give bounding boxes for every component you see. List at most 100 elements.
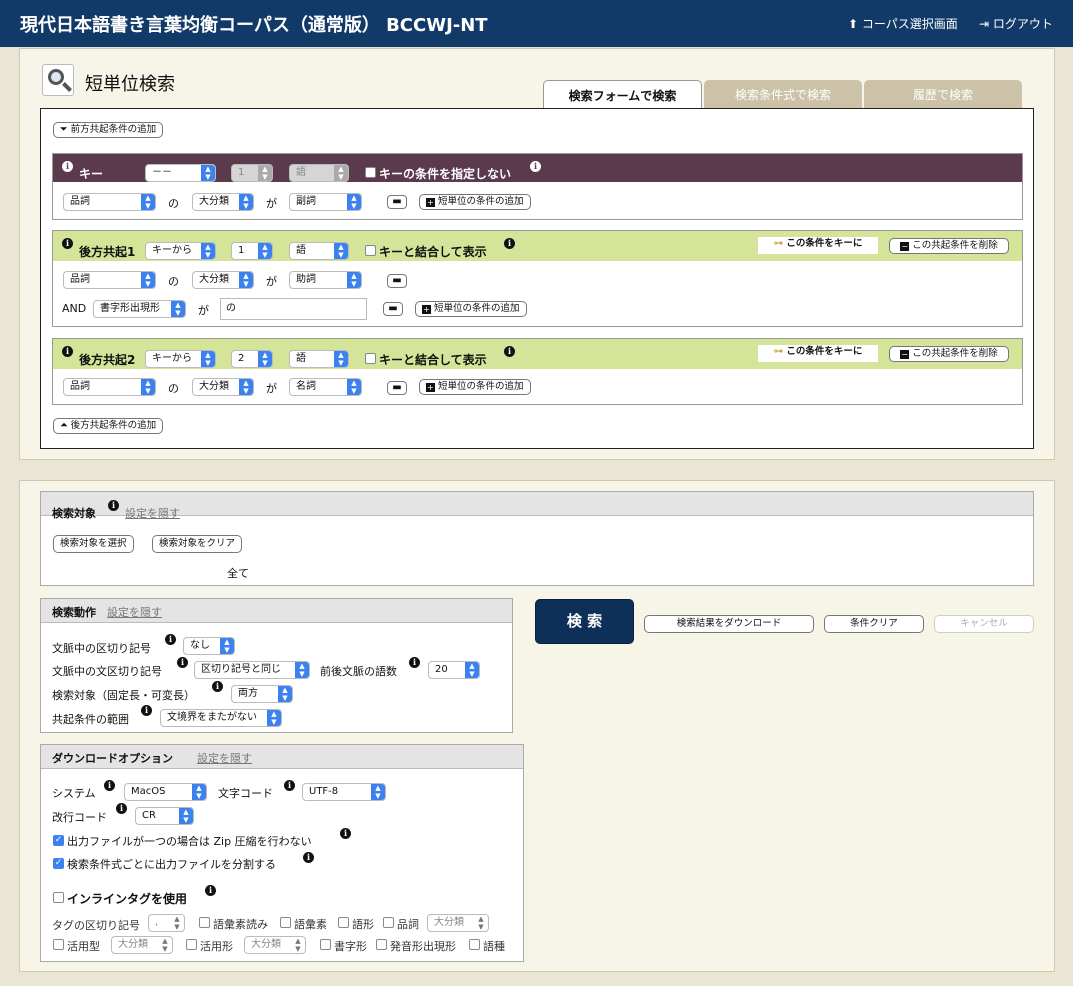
newline-label: 改行コード (52, 811, 107, 824)
next2-num-select[interactable]: 2 ▲ ▼ (231, 350, 273, 368)
next1-num-select[interactable]: 1 ▲ ▼ (231, 242, 273, 260)
download-results-button[interactable]: 検索結果をダウンロード (644, 615, 814, 633)
opt-pos-cat-select[interactable]: 大分類 ▲ ▼ (427, 914, 489, 932)
info-icon[interactable]: i (530, 161, 541, 172)
info-icon[interactable]: i (62, 346, 73, 357)
next2-num-value: 2 (238, 353, 245, 364)
next2-combine-checkbox[interactable] (365, 353, 376, 364)
clear-target-button[interactable]: 検索対象をクリア (152, 535, 243, 553)
info-icon[interactable]: i (504, 238, 515, 249)
opt-lemma-checkbox[interactable] (280, 917, 291, 928)
ctx-words-select[interactable]: 20 ▲ ▼ (428, 661, 480, 679)
key-cat-select[interactable]: 大分類 ▲ ▼ (192, 193, 254, 211)
cancel-button[interactable]: キャンセル (934, 615, 1034, 633)
info-icon[interactable]: i (212, 681, 223, 692)
range-select[interactable]: 文境界をまたがない ▲ ▼ (160, 709, 282, 727)
info-icon[interactable]: i (62, 161, 73, 172)
make-key-button[interactable]: ⊶ この条件をキーに (758, 237, 878, 254)
conj-type-select[interactable]: 大分類 ▲ ▼ (111, 936, 173, 954)
info-icon[interactable]: i (141, 705, 152, 716)
ga-particle: が (266, 197, 277, 210)
info-icon[interactable]: i (303, 852, 314, 863)
opt-form-checkbox[interactable] (338, 917, 349, 928)
system-select[interactable]: MacOS ▲ ▼ (124, 783, 207, 801)
info-icon[interactable]: i (205, 885, 216, 896)
written-checkbox[interactable] (320, 939, 331, 950)
delete-cond-label: この共起条件を削除 (912, 240, 998, 251)
info-icon[interactable]: i (116, 803, 127, 814)
add-unit-button[interactable]: + 短単位の条件の追加 (419, 194, 531, 210)
newline-select[interactable]: CR ▲ ▼ (135, 807, 194, 825)
tab-search-expression[interactable]: 検索条件式で検索 (704, 80, 862, 108)
length-target-select[interactable]: 両方 ▲ ▼ (231, 685, 293, 703)
no-key-cond-label: キーの条件を指定しない (379, 167, 512, 181)
corpus-select-link[interactable]: ⬆ コーパス選択画面 (848, 15, 958, 32)
info-icon[interactable]: i (104, 780, 115, 791)
add-prev-cond-button[interactable]: ⏷ 前方共起条件の追加 (53, 122, 164, 138)
delete-cond-button[interactable]: − この共起条件を削除 (889, 346, 1009, 362)
key-value-select[interactable]: 副詞 ▲ ▼ (289, 193, 362, 211)
charcode-select[interactable]: UTF-8 ▲ ▼ (302, 783, 386, 801)
key-pos-select[interactable]: －－ ▲ ▼ (145, 164, 216, 182)
add-unit-button[interactable]: + 短単位の条件の追加 (415, 301, 527, 317)
next1-attr2-select[interactable]: 書字形出現形 ▲ ▼ (93, 300, 186, 318)
pron-checkbox[interactable] (376, 939, 387, 950)
key-attr-select[interactable]: 品詞 ▲ ▼ (63, 193, 156, 211)
info-icon[interactable]: i (62, 238, 73, 249)
target-hide-link[interactable]: 設定を隠す (125, 505, 180, 521)
inline-tag-checkbox[interactable] (53, 892, 64, 903)
add-unit-button[interactable]: + 短単位の条件の追加 (419, 379, 531, 395)
conj-form-checkbox[interactable] (186, 939, 197, 950)
next1-text-input[interactable]: の (220, 298, 367, 320)
split-label: 検索条件式ごとに出力ファイルを分割する (67, 858, 276, 871)
info-icon[interactable]: i (409, 657, 420, 668)
key-count-select[interactable]: 1 ▲ ▼ (231, 164, 273, 182)
conj-form-select[interactable]: 大分類 ▲ ▼ (244, 936, 306, 954)
next2-unit-select[interactable]: 語 ▲ ▼ (289, 350, 349, 368)
info-icon[interactable]: i (340, 828, 351, 839)
download-hide-link[interactable]: 設定を隠す (197, 750, 252, 766)
remove-unit-button[interactable]: ▬ (383, 302, 403, 316)
nozip-checkbox[interactable]: ✓ (53, 835, 64, 846)
info-icon[interactable]: i (165, 634, 176, 645)
delete-cond-button[interactable]: − この共起条件を削除 (889, 238, 1009, 254)
remove-unit-button[interactable]: ▬ (387, 381, 407, 395)
next1-from-select[interactable]: キーから ▲ ▼ (145, 242, 216, 260)
select-target-button[interactable]: 検索対象を選択 (53, 535, 134, 553)
no-key-cond-checkbox[interactable] (365, 167, 376, 178)
split-checkbox[interactable]: ✓ (53, 858, 64, 869)
next2-attr-select[interactable]: 品詞 ▲ ▼ (63, 378, 156, 396)
next1-unit-select[interactable]: 語 ▲ ▼ (289, 242, 349, 260)
info-icon[interactable]: i (108, 500, 119, 511)
make-key-button[interactable]: ⊶ この条件をキーに (758, 345, 878, 362)
next1-value-select[interactable]: 助詞 ▲ ▼ (289, 271, 362, 289)
opt-reading-checkbox[interactable] (199, 917, 210, 928)
key-unit-select[interactable]: 語 ▲ ▼ (289, 164, 349, 182)
tag-sep-select[interactable]: , ▲ ▼ (148, 914, 185, 932)
select-arrow-icon: ▲ ▼ (201, 351, 215, 367)
next2-value-select[interactable]: 名詞 ▲ ▼ (289, 378, 362, 396)
tab-search-form[interactable]: 検索フォームで検索 (543, 80, 702, 110)
clear-conditions-button[interactable]: 条件クリア (824, 615, 924, 633)
next1-combine-checkbox[interactable] (365, 245, 376, 256)
action-hide-link[interactable]: 設定を隠す (107, 604, 162, 620)
logout-link[interactable]: ⇥ ログアウト (979, 15, 1053, 32)
tab-history[interactable]: 履歴で検索 (864, 80, 1022, 108)
wtype-checkbox[interactable] (469, 939, 480, 950)
add-next-cond-button[interactable]: ⏶ 後方共起条件の追加 (53, 418, 164, 434)
info-icon[interactable]: i (504, 346, 515, 357)
search-button[interactable]: 検 索 (535, 599, 634, 644)
remove-unit-button[interactable]: ▬ (387, 195, 407, 209)
remove-unit-button[interactable]: ▬ (387, 274, 407, 288)
next2-from-select[interactable]: キーから ▲ ▼ (145, 350, 216, 368)
logout-label: ログアウト (992, 17, 1053, 31)
info-icon[interactable]: i (284, 780, 295, 791)
conj-type-checkbox[interactable] (53, 939, 64, 950)
sent-sep-select[interactable]: 区切り記号と同じ ▲ ▼ (194, 661, 310, 679)
next1-cat-select[interactable]: 大分類 ▲ ▼ (192, 271, 254, 289)
next1-attr-select[interactable]: 品詞 ▲ ▼ (63, 271, 156, 289)
info-icon[interactable]: i (177, 657, 188, 668)
next2-cat-select[interactable]: 大分類 ▲ ▼ (192, 378, 254, 396)
ctx-sep-select[interactable]: なし ▲ ▼ (183, 637, 235, 655)
opt-pos-checkbox[interactable] (383, 917, 394, 928)
